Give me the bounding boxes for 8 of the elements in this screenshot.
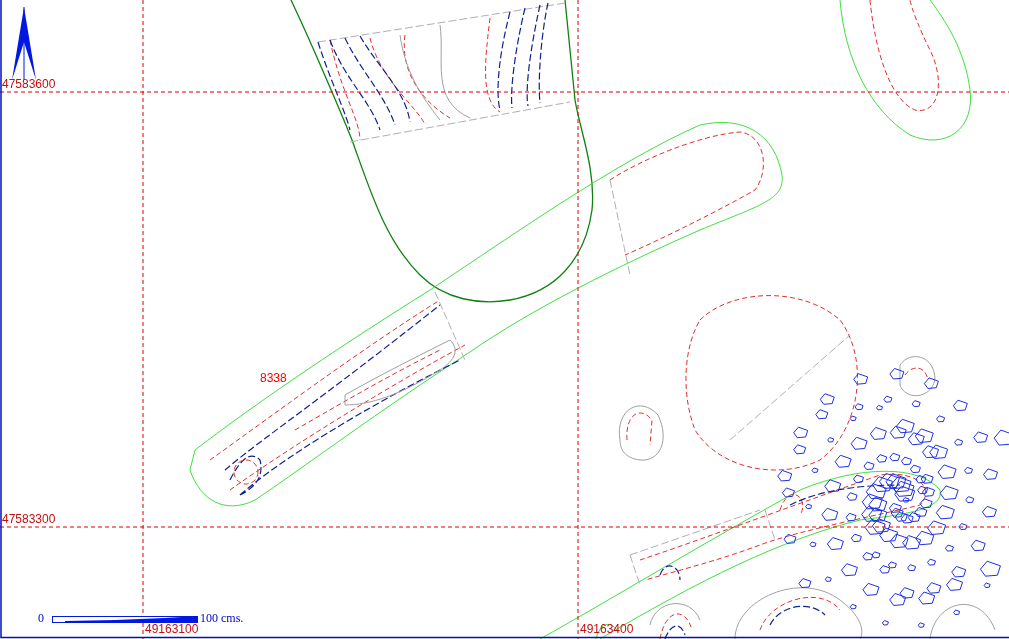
scale-bar-icon <box>52 616 198 623</box>
scale-start-label: 0 <box>38 611 44 625</box>
feature-label: 8338 <box>260 371 287 385</box>
scale-end-label: 100 cms. <box>200 611 244 625</box>
northing-label: 47583600 <box>2 77 56 91</box>
easting-label: 49163100 <box>145 622 199 636</box>
north-arrow-icon <box>12 6 36 81</box>
northing-label: 47583300 <box>2 512 56 526</box>
